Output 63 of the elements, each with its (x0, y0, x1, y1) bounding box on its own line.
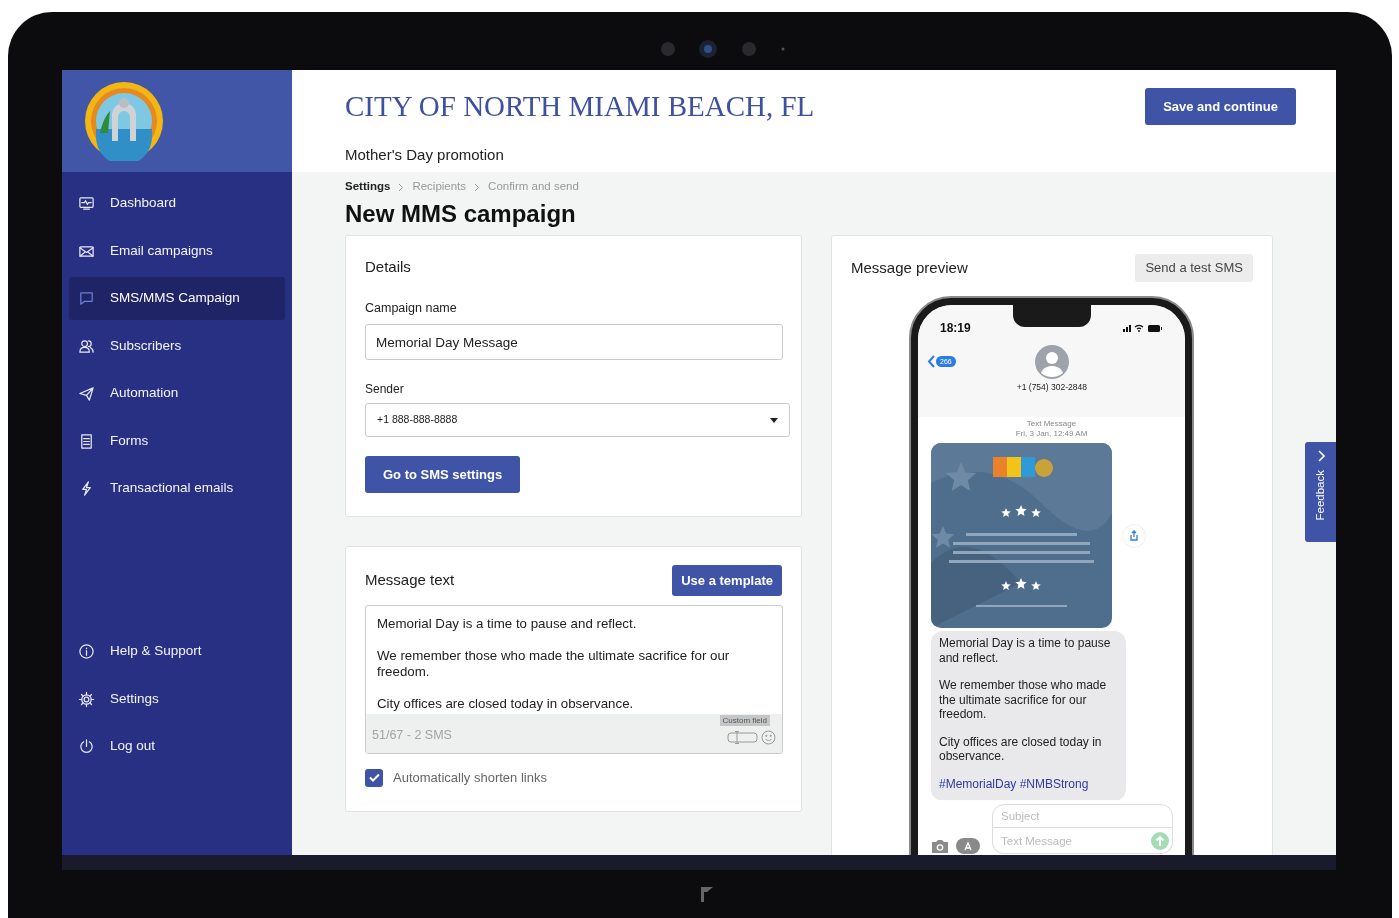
sidebar-item[interactable]: Dashboard (69, 182, 285, 225)
hashtags: #MemorialDay #NMBStrong (939, 776, 1090, 791)
sidebar-item[interactable]: Log out (69, 725, 285, 768)
sidebar-item[interactable]: Automation (69, 372, 285, 415)
city-title: CITY OF NORTH MIAMI BEACH, FL (345, 89, 815, 124)
page-heading: New MMS campaign (345, 199, 577, 229)
message-text: We remember those who made the ultimate sacrifice for our freedom. (939, 678, 1108, 722)
status-icons (1123, 323, 1163, 333)
send-test-sms-button[interactable]: Send a test SMS (1135, 254, 1253, 282)
field-label: Campaign name (365, 299, 458, 317)
sender-dropdown[interactable]: +1 888-888-8888 (365, 403, 790, 438)
monitor-icon (78, 195, 95, 212)
settings-icon (78, 690, 95, 708)
power-icon (78, 738, 95, 755)
check-icon (368, 773, 380, 783)
sidebar-item[interactable]: SMS/MMS Campaign (69, 277, 285, 320)
breadcrumb-link[interactable]: Settings (345, 178, 391, 196)
camera-icon[interactable] (930, 838, 950, 854)
sidebar-item[interactable]: Forms (69, 419, 285, 463)
paper-plane-icon (78, 385, 95, 402)
message-meta: Text Message (1026, 419, 1077, 429)
card-title: Details (365, 257, 412, 277)
custom-field-icon[interactable] (727, 731, 758, 744)
form-icon (78, 432, 95, 450)
emoji-icon[interactable] (761, 730, 776, 745)
message-text: City offices are closed today in observance. (939, 734, 1103, 764)
text-message-field[interactable]: Text Message (992, 828, 1173, 854)
field-label: Sender (365, 381, 405, 399)
chevron-right-icon (1316, 450, 1325, 462)
sidebar-item[interactable]: Transactional emails (69, 467, 285, 510)
chevron-right-icon (474, 182, 481, 192)
campaign-subtitle: Mother's Day promotion (345, 145, 505, 165)
people-icon (78, 337, 95, 355)
checkbox[interactable] (365, 768, 383, 787)
card-title: Message preview (851, 257, 968, 278)
sidebar-item[interactable]: Settings (69, 677, 285, 721)
app-store-icon[interactable] (956, 838, 982, 854)
checkbox-label: Automatically shorten links (393, 769, 547, 787)
campaign-name-field[interactable]: Memorial Day Message (365, 324, 783, 361)
contact-number: +1 (754) 302-2848 (1016, 381, 1087, 394)
subject-field[interactable]: Subject (992, 803, 1173, 828)
share-icon[interactable] (1122, 523, 1146, 548)
home-logo-icon (701, 887, 713, 902)
status-time: 18:19 (940, 320, 971, 337)
avatar-icon (1034, 345, 1069, 379)
chevron-right-icon (398, 182, 405, 192)
sidebar-item[interactable]: Email campaigns (69, 229, 285, 273)
sidebar-item[interactable]: Subscribers (69, 324, 285, 368)
info-icon (78, 643, 95, 660)
character-counter: 51/67 - 2 SMS (372, 727, 452, 745)
message-text: Memorial Day is a time to pause and reflect. (939, 636, 1112, 665)
feedback-tab[interactable]: Feedback (1305, 442, 1336, 542)
back-chevron-icon[interactable] (927, 355, 935, 368)
card-title: Message text (365, 570, 455, 591)
use-a-template-button[interactable]: Use a template (672, 565, 782, 596)
save-and-continue-button[interactable]: Save and continue (1145, 88, 1296, 125)
go-to-sms-settings-button[interactable]: Go to SMS settings (365, 456, 521, 494)
message-meta: Fri, 3 Jan, 12:49 AM (1015, 429, 1088, 439)
chat-bubble-icon (78, 290, 95, 307)
sidebar-item[interactable]: Help & Support (69, 630, 285, 673)
tooltip: Custom field (719, 715, 770, 726)
message-field[interactable]: Memorial Day is a time to pause and reflect. We remember those who made the ultimate sacrifice for our freedom. City offices are closed today in observance. (366, 606, 782, 714)
dropdown-caret-icon (770, 417, 778, 423)
